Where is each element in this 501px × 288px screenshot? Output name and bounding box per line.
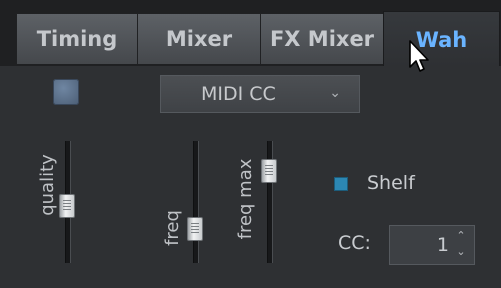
freq-slider-thumb[interactable] bbox=[187, 217, 203, 241]
quality-slider-thumb[interactable] bbox=[59, 194, 75, 218]
enable-led-toggle[interactable] bbox=[53, 79, 79, 105]
dropdown-value: MIDI CC bbox=[201, 83, 276, 105]
cc-spinbox[interactable]: 1 ⌃ ⌄ bbox=[389, 225, 475, 265]
freq-max-label: freq max bbox=[235, 158, 256, 240]
chevron-down-icon[interactable]: ⌄ bbox=[454, 245, 468, 261]
freq-label: freq bbox=[162, 210, 183, 246]
quality-label: quality bbox=[37, 154, 58, 216]
midi-source-dropdown[interactable]: MIDI CC ⌄ bbox=[160, 75, 360, 113]
chevron-up-icon[interactable]: ⌃ bbox=[454, 229, 468, 245]
chevron-down-icon: ⌄ bbox=[329, 85, 341, 101]
freq-slider-track[interactable] bbox=[193, 141, 199, 263]
freq-max-slider-thumb[interactable] bbox=[261, 159, 277, 183]
tab-mixer[interactable]: Mixer bbox=[137, 13, 261, 64]
cc-label: CC: bbox=[338, 232, 371, 254]
tab-wah[interactable]: Wah bbox=[383, 11, 500, 67]
shelf-checkbox[interactable] bbox=[334, 177, 348, 191]
mouse-cursor-icon bbox=[409, 40, 429, 72]
tab-fx-mixer[interactable]: FX Mixer bbox=[260, 13, 384, 64]
tab-timing[interactable]: Timing bbox=[16, 13, 138, 64]
cc-value: 1 bbox=[436, 234, 449, 256]
shelf-label: Shelf bbox=[367, 172, 415, 194]
